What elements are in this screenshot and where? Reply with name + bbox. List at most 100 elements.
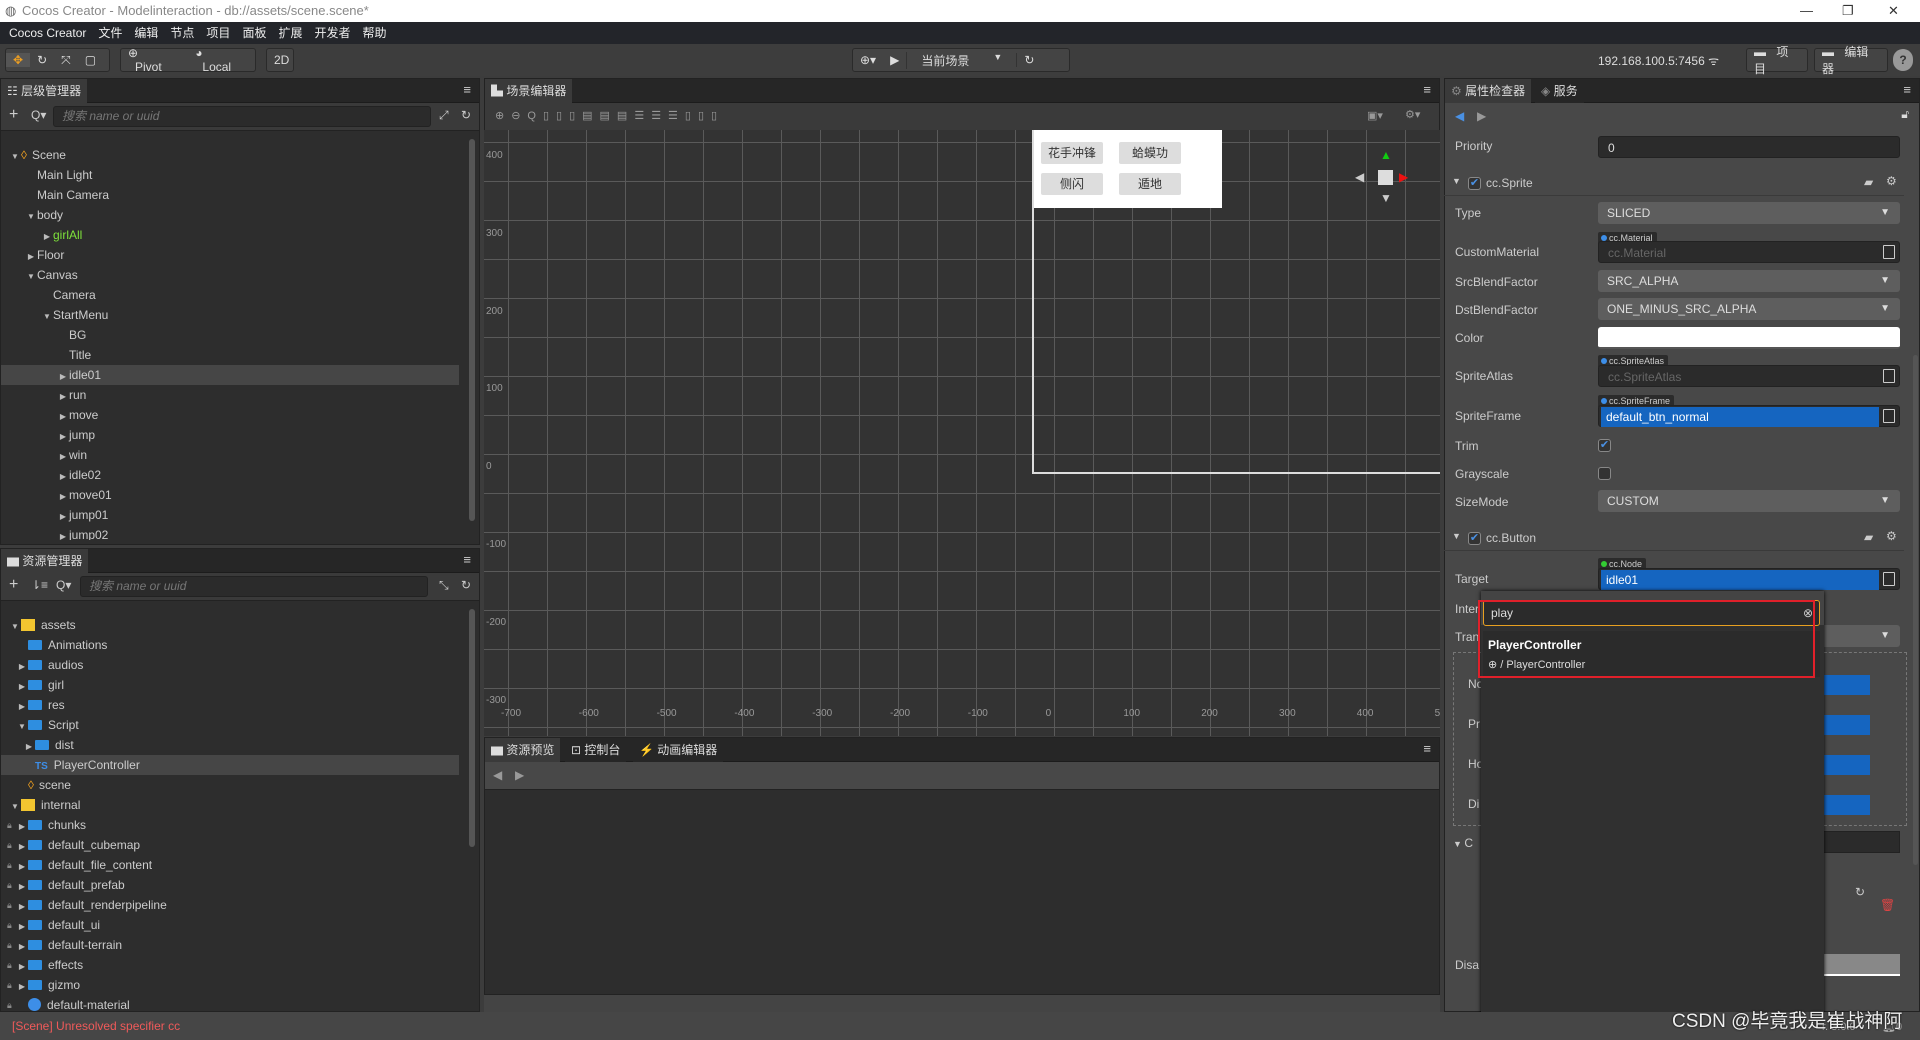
tree-item[interactable]: ▶ jump01 <box>1 505 459 525</box>
rotate-tool-icon[interactable]: ↻ <box>30 53 54 67</box>
scene-button-4[interactable]: 遁地 <box>1119 173 1181 195</box>
tree-item[interactable]: ▼ Canvas <box>1 265 459 285</box>
gear-icon[interactable]: ⚙ <box>1886 174 1897 188</box>
src-blend-select[interactable]: SRC_ALPHA <box>1598 270 1900 292</box>
expand-arrow-icon[interactable]: ▶ <box>16 937 28 957</box>
add-node-icon[interactable]: + <box>9 106 18 124</box>
expand-icon[interactable]: ⤢ <box>439 108 449 123</box>
rect-tool-icon[interactable]: ▢ <box>78 53 103 67</box>
tab-service[interactable]: ◈ 服务 <box>1535 79 1584 103</box>
tab-scene-editor[interactable]: ▙ 场景编辑器 <box>485 79 573 103</box>
expand-arrow-icon[interactable]: ▶ <box>16 657 28 677</box>
tree-item[interactable]: ▶ idle01 <box>1 365 459 385</box>
scrollbar[interactable] <box>469 139 475 521</box>
dst-blend-select[interactable]: ONE_MINUS_SRC_ALPHA <box>1598 298 1900 320</box>
type-select[interactable]: SLICED <box>1598 202 1900 224</box>
size-mode-select[interactable]: CUSTOM <box>1598 490 1900 512</box>
priority-input[interactable]: 0 <box>1598 136 1900 158</box>
collapse-arrow-icon[interactable]: ▼ <box>1452 176 1461 186</box>
disabled-sprite-field[interactable] <box>1820 795 1870 815</box>
hierarchy-search-input[interactable]: 搜索 name or uuid <box>53 106 431 127</box>
status-message[interactable]: [Scene] Unresolved specifier cc <box>12 1019 180 1033</box>
close-button[interactable]: ✕ <box>1888 0 1899 22</box>
expand-arrow-icon[interactable]: ▶ <box>16 957 28 977</box>
tree-item[interactable]: 🔒︎ ▶ default-terrain <box>1 935 459 955</box>
expand-arrow-icon[interactable]: ▶ <box>25 247 37 267</box>
expand-arrow-icon[interactable]: ▼ <box>16 717 28 737</box>
play-button[interactable]: ▶ <box>883 53 906 67</box>
expand-arrow-icon[interactable]: ▶ <box>16 677 28 697</box>
expand-arrow-icon[interactable]: ▶ <box>57 367 69 387</box>
expand-arrow-icon[interactable]: ▶ <box>16 857 28 877</box>
tree-item[interactable]: ▼ assets <box>1 615 459 635</box>
panel-menu-icon[interactable]: ≡ <box>1423 741 1431 756</box>
tree-item[interactable]: ▼ ◊ Scene <box>1 145 459 165</box>
expand-arrow-icon[interactable]: ▶ <box>16 817 28 837</box>
tree-item[interactable]: 🔒︎ ▶ default_renderpipeline <box>1 895 459 915</box>
pressed-sprite-field[interactable] <box>1820 715 1870 735</box>
platform-globe-icon[interactable]: ⊕▾ <box>853 53 883 67</box>
gear-icon[interactable]: ⚙▾ <box>1405 108 1420 121</box>
menu-edit[interactable]: 编辑 <box>131 26 161 40</box>
panel-menu-icon[interactable]: ≡ <box>463 552 471 567</box>
delete-icon[interactable]: 🗑︎ <box>1880 898 1895 912</box>
doc-icon[interactable]: ▰ <box>1864 530 1873 544</box>
panel-menu-icon[interactable]: ≡ <box>463 82 471 97</box>
tree-item[interactable]: ▶ audios <box>1 655 459 675</box>
collapse-icon[interactable]: ⤡ <box>439 578 449 593</box>
tree-item[interactable]: 🔒︎ ▶ chunks <box>1 815 459 835</box>
tree-item[interactable]: ▶ move01 <box>1 485 459 505</box>
panel-menu-icon[interactable]: ≡ <box>1423 82 1431 97</box>
menu-file[interactable]: 文件 <box>95 26 125 40</box>
expand-arrow-icon[interactable]: ▶ <box>57 507 69 527</box>
gear-icon[interactable]: ⚙ <box>1886 529 1897 543</box>
tree-item[interactable]: BG <box>1 325 459 345</box>
menu-extension[interactable]: 扩展 <box>275 26 305 40</box>
lock-icon[interactable]: 🔓︎ <box>1901 107 1909 122</box>
tab-assets[interactable]: ▆ 资源管理器 <box>1 549 89 573</box>
refresh-icon[interactable]: ↻ <box>1855 885 1865 899</box>
menu-developer[interactable]: 开发者 <box>311 26 353 40</box>
menu-panel[interactable]: 面板 <box>239 26 269 40</box>
tree-item[interactable]: ▶ Floor <box>1 245 459 265</box>
disabled-color-swatch[interactable] <box>1820 954 1900 976</box>
move-tool-icon[interactable]: ✥ <box>6 53 31 67</box>
tree-item[interactable]: 🔒︎ ▶ default_ui <box>1 915 459 935</box>
expand-arrow-icon[interactable]: ▶ <box>57 527 69 540</box>
doc-icon[interactable]: ▰ <box>1864 175 1873 189</box>
forward-icon[interactable]: ▶ <box>515 768 524 782</box>
panel-menu-icon[interactable]: ≡ <box>1903 82 1911 97</box>
menu-node[interactable]: 节点 <box>167 26 197 40</box>
refresh-icon[interactable]: ↻ <box>1016 53 1041 67</box>
back-icon[interactable]: ◀ <box>1455 109 1464 123</box>
expand-arrow-icon[interactable]: ▶ <box>57 407 69 427</box>
expand-arrow-icon[interactable]: ▼ <box>25 207 37 227</box>
expand-arrow-icon[interactable]: ▶ <box>57 447 69 467</box>
search-icon[interactable]: Q▾ <box>31 108 46 122</box>
tree-item[interactable]: ▶ dist <box>1 735 459 755</box>
tree-item[interactable]: Main Light <box>1 165 459 185</box>
tree-item[interactable]: ▼ StartMenu <box>1 305 459 325</box>
expand-arrow-icon[interactable]: ▼ <box>41 307 53 327</box>
tree-item[interactable]: ▼ Script <box>1 715 459 735</box>
tree-item[interactable]: 🔒︎ ▶ effects <box>1 955 459 975</box>
collapse-arrow-icon[interactable]: ▼ <box>1452 531 1461 541</box>
expand-arrow-icon[interactable]: ▶ <box>41 227 53 247</box>
scene-select[interactable]: 当前场景 ▼ <box>906 51 1016 69</box>
expand-arrow-icon[interactable]: ▼ <box>25 267 37 287</box>
scale-tool-icon[interactable]: ⤧ <box>54 53 78 68</box>
expand-arrow-icon[interactable]: ▶ <box>16 897 28 917</box>
tree-item[interactable]: ▼ body <box>1 205 459 225</box>
tree-item[interactable]: ▶ jump02 <box>1 525 459 540</box>
minimize-button[interactable]: — <box>1800 0 1813 22</box>
expand-arrow-icon[interactable]: ▼ <box>9 617 21 637</box>
tree-item[interactable]: 🔒︎ ▶ default_cubemap <box>1 835 459 855</box>
tree-item[interactable]: ▶ girlAll <box>1 225 459 245</box>
custom-material-field[interactable]: cc.Material <box>1598 241 1900 263</box>
tab-asset-preview[interactable]: ▆ 资源预览 <box>485 738 561 762</box>
normal-sprite-field[interactable] <box>1820 675 1870 695</box>
button-enabled-checkbox[interactable]: ✔ <box>1468 532 1481 545</box>
tree-item[interactable]: Main Camera <box>1 185 459 205</box>
scene-button-3[interactable]: 侧闪 <box>1041 173 1103 195</box>
pivot-button[interactable]: ⊕ Pivot <box>121 46 188 74</box>
